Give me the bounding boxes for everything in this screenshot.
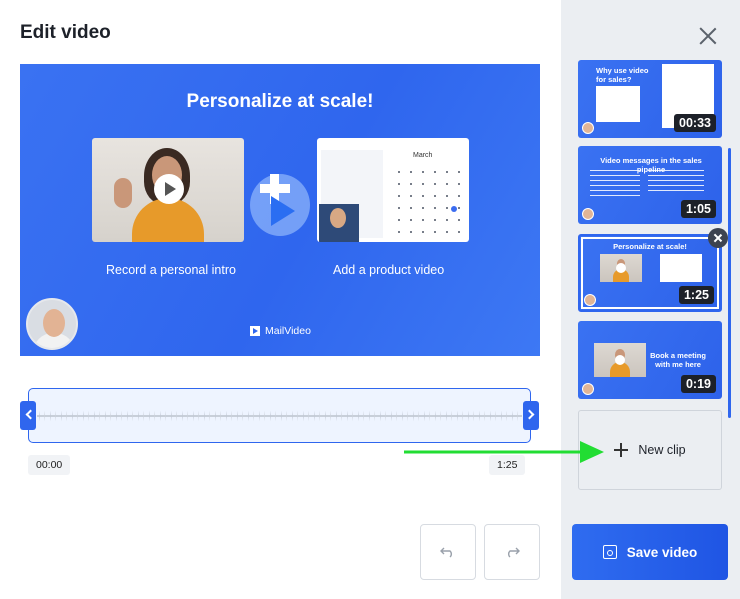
play-icon (615, 355, 625, 365)
plus-icon (614, 443, 629, 457)
clip-thumbnail-selected[interactable]: Personalize at scale! 1:25 (578, 234, 722, 312)
clip-duration: 1:05 (680, 200, 716, 218)
new-clip-label: New clip (638, 443, 686, 457)
mailvideo-logo-icon (250, 326, 260, 336)
avatar (582, 383, 594, 395)
brand-logo: MailVideo (250, 325, 311, 337)
clip-thumbnail[interactable]: Book a meeting with me here 0:19 (578, 321, 722, 399)
trim-start-handle[interactable] (20, 401, 36, 430)
clip-thumbnail[interactable]: Video messages in the sales pipeline 1:0… (578, 146, 722, 224)
save-video-label: Save video (626, 544, 698, 560)
page-title: Edit video (20, 22, 111, 43)
undo-button[interactable] (420, 524, 476, 580)
redo-icon (508, 547, 520, 558)
play-icon (154, 174, 184, 204)
save-video-button[interactable]: Save video (572, 524, 728, 580)
video-preview[interactable]: Personalize at scale! March Record a per… (20, 64, 540, 356)
clip-duration: 0:19 (680, 375, 716, 393)
clip-duration: 00:33 (674, 114, 716, 132)
sidebar-scrollbar[interactable] (728, 148, 731, 418)
clip-title: Personalize at scale! (613, 242, 687, 251)
remove-clip-icon[interactable] (708, 228, 728, 248)
trim-end-handle[interactable] (523, 401, 539, 430)
waveform-trimmer[interactable] (28, 388, 531, 443)
close-icon[interactable] (698, 26, 718, 46)
calendar-month: March (413, 152, 433, 159)
avatar (582, 122, 594, 134)
plus-play-icon (250, 174, 310, 236)
clip-duration: 1:25 (678, 286, 714, 304)
avatar (584, 294, 596, 306)
play-icon (616, 263, 626, 273)
product-caption: Add a product video (333, 263, 445, 277)
intro-video-thumbnail (92, 138, 244, 242)
clip-title: Why use video for sales? (596, 66, 649, 84)
product-video-thumbnail: March (317, 138, 469, 242)
brand-name: MailVideo (265, 325, 311, 337)
save-icon (602, 545, 617, 559)
redo-button[interactable] (484, 524, 540, 580)
intro-caption: Record a personal intro (106, 263, 236, 277)
preview-heading: Personalize at scale! (186, 91, 374, 112)
clip-thumbnail[interactable]: Why use video for sales? 00:33 (578, 60, 722, 138)
avatar (582, 208, 594, 220)
presenter-avatar (26, 298, 78, 350)
start-time: 00:00 (28, 455, 71, 475)
undo-icon (440, 547, 452, 558)
clip-title: Book a meeting with me here (650, 351, 706, 369)
arrow-annotation-icon (404, 441, 604, 463)
